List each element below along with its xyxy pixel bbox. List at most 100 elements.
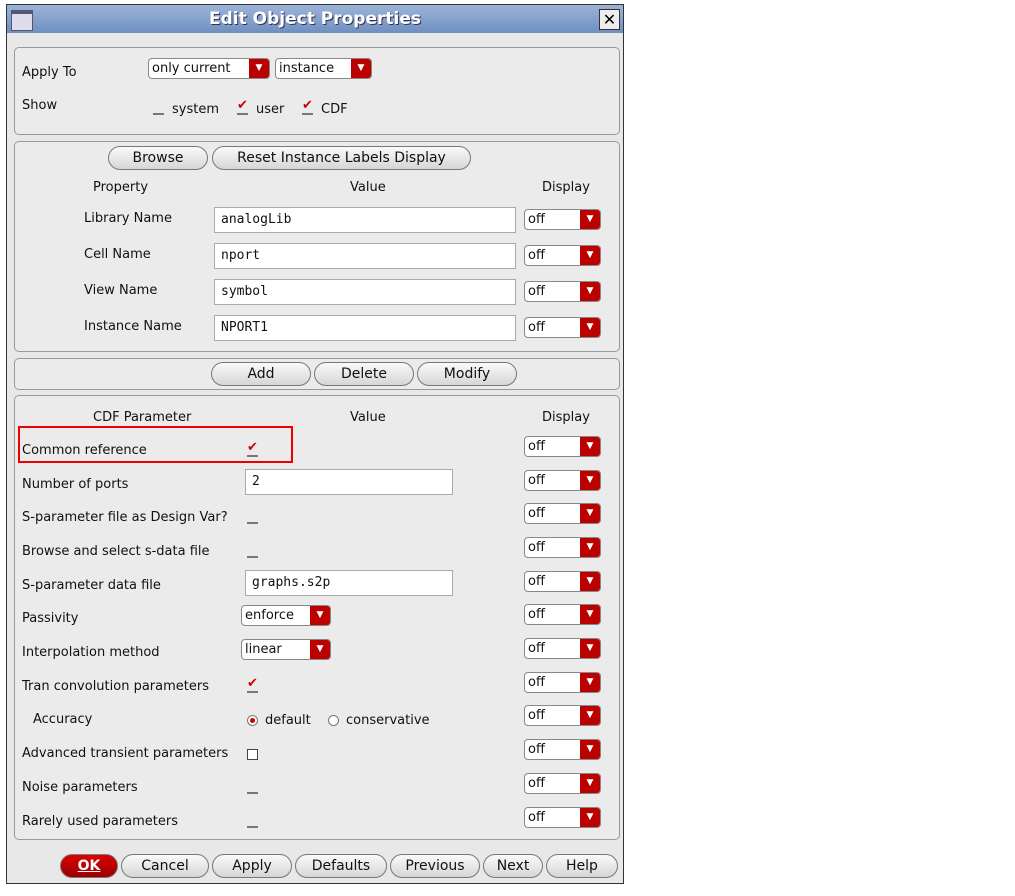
- chevron-down-icon: ▼: [580, 437, 600, 456]
- defaults-button[interactable]: Defaults: [295, 854, 387, 878]
- cdf-checkbox[interactable]: [247, 749, 258, 760]
- display-value: off: [528, 540, 545, 555]
- apply-to-label: Apply To: [22, 65, 77, 80]
- display-select[interactable]: off ▼: [524, 470, 601, 491]
- display-select[interactable]: off ▼: [524, 705, 601, 726]
- property-value-input[interactable]: NPORT1: [214, 315, 516, 341]
- apply-section: Apply To only current ▼ instance ▼ Show sy…: [14, 47, 620, 135]
- display-value: off: [528, 439, 545, 454]
- cdf-checkbox[interactable]: [247, 513, 258, 524]
- display-select[interactable]: off ▼: [524, 672, 601, 693]
- browse-button[interactable]: Browse: [108, 146, 208, 170]
- display-value: off: [528, 776, 545, 791]
- display-value: off: [528, 574, 545, 589]
- cdf-value-column-header: Value: [350, 410, 386, 425]
- chevron-down-icon: ▼: [580, 246, 600, 265]
- display-value: off: [528, 284, 545, 299]
- cdf-checkbox[interactable]: [247, 783, 258, 794]
- properties-section: Browse Reset Instance Labels Display Pro…: [14, 141, 620, 352]
- help-button[interactable]: Help: [546, 854, 618, 878]
- display-select[interactable]: off ▼: [524, 436, 601, 457]
- property-value-input[interactable]: nport: [214, 243, 516, 269]
- property-label: View Name: [84, 283, 158, 298]
- display-select[interactable]: off ▼: [524, 739, 601, 760]
- cdf-value-select[interactable]: linear ▼: [241, 639, 331, 660]
- property-value-input[interactable]: symbol: [214, 279, 516, 305]
- cdf-checkbox[interactable]: [247, 817, 258, 828]
- display-select[interactable]: off ▼: [524, 281, 601, 302]
- display-select[interactable]: off ▼: [524, 773, 601, 794]
- delete-button[interactable]: Delete: [314, 362, 414, 386]
- accuracy-radio-conservative[interactable]: [328, 715, 339, 726]
- display-value: off: [528, 742, 545, 757]
- dialog-title: Edit Object Properties: [209, 9, 421, 29]
- chevron-down-icon: ▼: [580, 282, 600, 301]
- display-select[interactable]: off ▼: [524, 503, 601, 524]
- cdf-parameter-label: Accuracy: [33, 712, 93, 727]
- next-button[interactable]: Next: [483, 854, 543, 878]
- chevron-down-icon: ▼: [580, 639, 600, 658]
- display-select[interactable]: off ▼: [524, 807, 601, 828]
- cdf-parameter-label: Number of ports: [22, 477, 129, 492]
- display-select[interactable]: off ▼: [524, 245, 601, 266]
- display-value: off: [528, 248, 545, 263]
- cdf-value-select[interactable]: enforce ▼: [241, 605, 331, 626]
- close-icon[interactable]: ✕: [599, 9, 620, 30]
- property-label: Instance Name: [84, 319, 182, 334]
- show-user-checkbox[interactable]: [237, 98, 248, 115]
- cdf-value-input[interactable]: graphs.s2p: [245, 570, 453, 596]
- chevron-down-icon: ▼: [580, 706, 600, 725]
- cdf-value-input[interactable]: 2: [245, 469, 453, 495]
- property-column-header: Property: [93, 180, 149, 195]
- property-value-input[interactable]: analogLib: [214, 207, 516, 233]
- reset-instance-labels-button[interactable]: Reset Instance Labels Display: [212, 146, 471, 170]
- cancel-button[interactable]: Cancel: [121, 854, 209, 878]
- show-system-checkbox[interactable]: [153, 104, 164, 115]
- cdf-parameter-label: Advanced transient parameters: [22, 746, 229, 761]
- window-menu-icon[interactable]: [11, 10, 33, 31]
- display-select[interactable]: off ▼: [524, 209, 601, 230]
- chevron-down-icon: ▼: [580, 504, 600, 523]
- cdf-parameter-label: Interpolation method: [22, 645, 160, 660]
- cdf-parameter-label: Tran convolution parameters: [22, 679, 209, 694]
- accuracy-radio-default[interactable]: [247, 715, 258, 726]
- display-column-header: Display: [542, 180, 590, 195]
- chevron-down-icon: ▼: [310, 606, 330, 625]
- show-user-label: user: [256, 102, 285, 117]
- show-cdf-checkbox[interactable]: [302, 98, 313, 115]
- display-value: off: [528, 607, 545, 622]
- cdf-select-value: enforce: [245, 608, 294, 623]
- cdf-parameter-label: Noise parameters: [22, 780, 138, 795]
- display-select[interactable]: off ▼: [524, 604, 601, 625]
- cdf-parameter-label: Browse and select s-data file: [22, 544, 210, 559]
- highlight-box: [18, 426, 293, 463]
- chevron-down-icon: ▼: [580, 572, 600, 591]
- display-value: off: [528, 810, 545, 825]
- apply-button[interactable]: Apply: [212, 854, 292, 878]
- modify-button[interactable]: Modify: [417, 362, 517, 386]
- cdf-checkbox[interactable]: [247, 676, 258, 693]
- cdf-parameter-column-header: CDF Parameter: [93, 410, 192, 425]
- display-select[interactable]: off ▼: [524, 571, 601, 592]
- display-value: off: [528, 506, 545, 521]
- ok-button[interactable]: OK: [60, 854, 118, 878]
- accuracy-option-label: conservative: [346, 713, 430, 728]
- display-select[interactable]: off ▼: [524, 537, 601, 558]
- display-select[interactable]: off ▼: [524, 317, 601, 338]
- property-label: Library Name: [84, 211, 172, 226]
- cdf-checkbox[interactable]: [247, 547, 258, 558]
- cdf-parameter-label: Passivity: [22, 611, 79, 626]
- chevron-down-icon: ▼: [580, 808, 600, 827]
- cdf-parameter-label: Rarely used parameters: [22, 814, 179, 829]
- previous-button[interactable]: Previous: [390, 854, 480, 878]
- display-value: off: [528, 675, 545, 690]
- add-button[interactable]: Add: [211, 362, 311, 386]
- display-select[interactable]: off ▼: [524, 638, 601, 659]
- apply-scope-select[interactable]: only current ▼: [148, 58, 270, 79]
- chevron-down-icon: ▼: [580, 774, 600, 793]
- chevron-down-icon: ▼: [310, 640, 330, 659]
- cdf-parameter-label: S-parameter file as Design Var?: [22, 510, 228, 525]
- apply-type-select[interactable]: instance ▼: [275, 58, 372, 79]
- display-value: off: [528, 320, 545, 335]
- chevron-down-icon: ▼: [351, 59, 371, 78]
